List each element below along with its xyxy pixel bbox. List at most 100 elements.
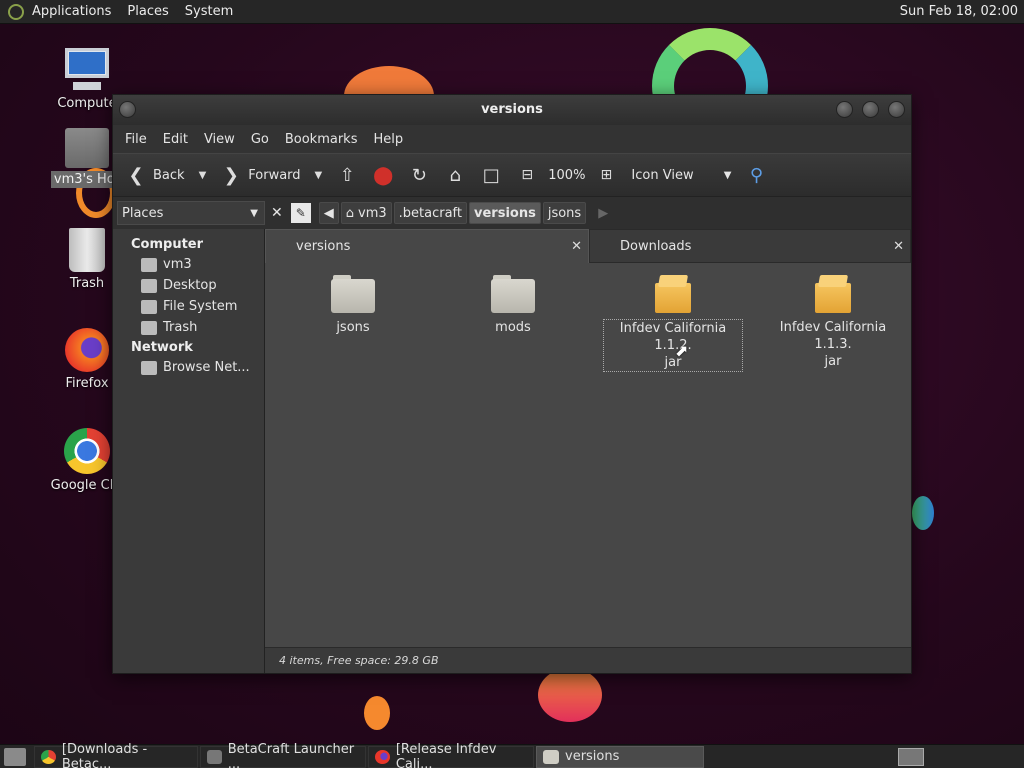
taskbar-item-versions[interactable]: versions: [536, 745, 704, 768]
places-menu[interactable]: Places: [119, 4, 176, 19]
stop-icon: ⬤: [373, 164, 394, 186]
reload-icon: ↻: [411, 164, 427, 186]
file-name: Infdev California 1.1.2. jar: [603, 319, 743, 372]
zoom-out-icon: ⊟: [521, 167, 534, 183]
file-item-infdev-1-1-2-jar[interactable]: Infdev California 1.1.2. jar: [603, 275, 743, 372]
places-sidebar: Computer vm3 Desktop File System Trash N…: [113, 229, 265, 673]
menu-file[interactable]: File: [117, 132, 155, 147]
file-name: mods: [495, 320, 531, 335]
toolbar: ❮ Back ▼ ❯ Forward ▼ ⇧ ⬤ ↻ ⌂ □ ⊟ 100% ⊞ …: [113, 153, 911, 197]
window-menu-button[interactable]: [119, 101, 136, 118]
menu-bookmarks[interactable]: Bookmarks: [277, 132, 366, 147]
sidebar-heading-computer: Computer: [131, 237, 204, 252]
breadcrumb-label: vm3: [358, 205, 387, 221]
tab-downloads[interactable]: Downloads ✕: [589, 229, 911, 263]
back-arrow-icon: ❮: [128, 164, 144, 186]
file-name: jsons: [336, 320, 370, 335]
close-tab-icon[interactable]: ✕: [571, 230, 582, 264]
back-button[interactable]: ❮ Back: [121, 160, 189, 190]
menubar: File Edit View Go Bookmarks Help: [113, 125, 911, 153]
folder-icon: [543, 749, 559, 764]
desktop-icon-label: Trash: [69, 276, 105, 291]
taskbar-item-firefox[interactable]: [Release Infdev Cali...: [368, 742, 534, 768]
desktop-icon-label: Compute: [57, 96, 117, 111]
zoom-in-button[interactable]: ⊞: [591, 160, 621, 190]
forward-button[interactable]: ❯ Forward: [216, 160, 304, 190]
reload-button[interactable]: ↻: [404, 160, 434, 190]
zoom-out-button[interactable]: ⊟: [512, 160, 542, 190]
workspace-switcher-icon[interactable]: [898, 748, 924, 766]
breadcrumb-vm3[interactable]: ⌂ vm3: [340, 202, 392, 224]
window-titlebar[interactable]: versions: [113, 95, 911, 125]
tab-versions[interactable]: versions ✕: [265, 229, 589, 263]
maximize-button[interactable]: [862, 101, 879, 118]
search-button[interactable]: ⚲: [741, 160, 771, 190]
chrome-icon: [64, 428, 110, 474]
jar-package-icon: [655, 275, 691, 313]
menu-go[interactable]: Go: [243, 132, 277, 147]
show-desktop-icon[interactable]: [4, 747, 26, 766]
home-folder-icon: [65, 128, 109, 168]
computer-button[interactable]: □: [476, 160, 506, 190]
sidebar-item-label: Desktop: [163, 278, 217, 293]
file-item-infdev-1-1-3-jar[interactable]: Infdev California 1.1.3. jar: [763, 275, 903, 370]
sidebar-heading-network: Network: [131, 340, 193, 355]
edit-location-icon[interactable]: ✎: [290, 203, 311, 223]
menu-edit[interactable]: Edit: [155, 132, 196, 147]
taskbar-item-downloads[interactable]: [Downloads - Betac...: [34, 742, 198, 768]
tab-label: versions: [296, 239, 351, 254]
forward-arrow-icon: ❯: [223, 164, 239, 186]
breadcrumb-prev-arrow[interactable]: ◀: [318, 202, 339, 224]
sidebar-item-desktop[interactable]: Desktop: [113, 275, 264, 296]
view-mode-select[interactable]: Icon View ▼: [627, 160, 735, 190]
zoom-in-icon: ⊞: [600, 167, 613, 183]
minimize-button[interactable]: [836, 101, 853, 118]
jar-package-icon: [815, 275, 851, 313]
forward-label: Forward: [248, 167, 301, 183]
clock[interactable]: Sun Feb 18, 02:00: [900, 4, 1018, 19]
breadcrumb-betacraft[interactable]: .betacraft: [393, 202, 467, 224]
system-logo-icon[interactable]: [8, 3, 24, 20]
system-menu[interactable]: System: [177, 4, 241, 19]
sidebar-item-trash[interactable]: Trash: [113, 317, 264, 338]
window-title: versions: [481, 102, 543, 117]
applications-menu[interactable]: Applications: [24, 4, 119, 19]
breadcrumb-next-arrow[interactable]: ▶: [598, 206, 608, 221]
taskbar-item-label: [Release Infdev Cali...: [395, 741, 497, 768]
sidebar-item-file-system[interactable]: File System: [113, 296, 264, 317]
forward-history-dropdown[interactable]: ▼: [311, 170, 327, 181]
breadcrumb-jsons[interactable]: jsons: [542, 202, 587, 224]
sidebar-item-label: Trash: [163, 320, 198, 335]
menu-help[interactable]: Help: [365, 132, 411, 147]
wallpaper-blob: [364, 696, 390, 730]
home-button[interactable]: ⌂: [440, 160, 470, 190]
main-pane: versions ✕ Downloads ✕ jsons mods Infdev…: [265, 229, 911, 673]
home-icon: [141, 257, 157, 272]
menu-view[interactable]: View: [196, 132, 243, 147]
firefox-icon: [65, 328, 109, 372]
firefox-icon: [375, 749, 390, 764]
up-button[interactable]: ⇧: [332, 160, 362, 190]
file-icon-view[interactable]: jsons mods Infdev California 1.1.2. jar …: [265, 263, 911, 647]
mouse-cursor-icon: ⬈: [675, 341, 689, 360]
file-item-mods[interactable]: mods: [443, 275, 583, 336]
sidebar-item-browse-network[interactable]: Browse Net...: [113, 357, 264, 378]
file-item-jsons[interactable]: jsons: [283, 275, 423, 336]
zoom-level: 100%: [548, 167, 586, 183]
breadcrumb-versions[interactable]: versions: [469, 202, 541, 224]
file-name: Infdev California 1.1.3. jar: [779, 320, 887, 369]
sidebar-selector[interactable]: Places ▼: [117, 201, 265, 225]
trash-icon: [69, 228, 105, 272]
taskbar-item-betacraft[interactable]: BetaCraft Launcher ...: [200, 742, 366, 768]
tab-bar: versions ✕ Downloads ✕: [265, 229, 911, 263]
close-sidebar-icon[interactable]: ✕: [271, 205, 283, 221]
close-tab-icon[interactable]: ✕: [893, 230, 904, 264]
stop-button[interactable]: ⬤: [368, 160, 398, 190]
sidebar-item-label: Browse Net...: [163, 360, 250, 375]
sidebar-item-vm3[interactable]: vm3: [113, 254, 264, 275]
close-button[interactable]: [888, 101, 905, 118]
back-history-dropdown[interactable]: ▼: [195, 170, 211, 181]
computer-icon: □: [482, 164, 500, 186]
bottom-panel: [Downloads - Betac... BetaCraft Launcher…: [0, 742, 1024, 768]
sidebar-selector-label: Places: [122, 205, 164, 221]
